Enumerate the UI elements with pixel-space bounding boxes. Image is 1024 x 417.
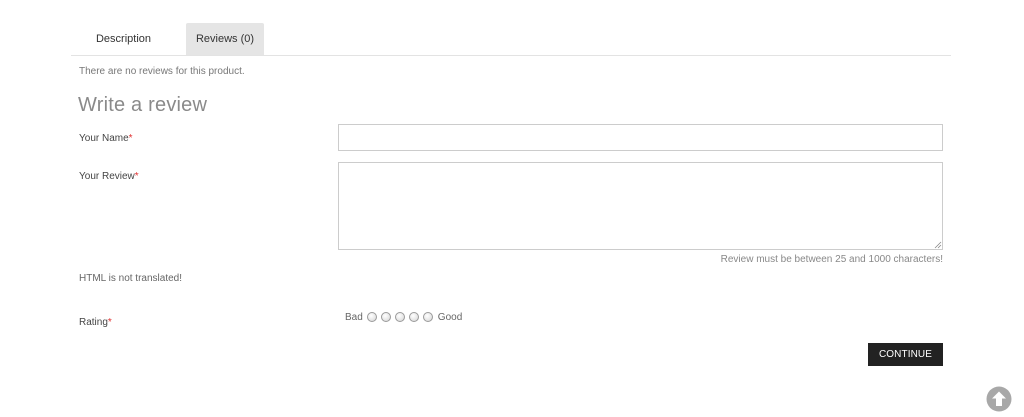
name-input[interactable]: [338, 124, 943, 151]
required-marker: *: [107, 317, 112, 328]
no-reviews-message: There are no reviews for this product.: [79, 66, 245, 77]
product-reviews-page: Description Reviews (0) There are no rev…: [0, 0, 1024, 417]
product-tabs: Description Reviews (0): [71, 22, 951, 56]
review-length-help: Review must be between 25 and 1000 chara…: [720, 254, 943, 265]
your-review-label: Your Review*: [79, 171, 139, 182]
arrow-up-circle-icon[interactable]: [986, 386, 1012, 412]
continue-button[interactable]: CONTINUE: [868, 343, 943, 366]
rating-radio-3[interactable]: [394, 312, 405, 322]
review-textarea[interactable]: [338, 162, 943, 250]
rating-radio-1[interactable]: [366, 312, 377, 322]
rating-label: Rating*: [79, 317, 112, 328]
rating-good-label: Good: [437, 311, 463, 323]
tab-description[interactable]: Description: [71, 23, 176, 55]
rating-radio-4[interactable]: [408, 312, 419, 322]
required-marker: *: [128, 133, 133, 144]
rating-radio-2[interactable]: [380, 312, 391, 322]
rating-options: Bad Good: [345, 310, 462, 324]
rating-radio-5[interactable]: [422, 312, 433, 322]
write-review-title: Write a review: [78, 94, 208, 116]
your-name-label: Your Name*: [79, 133, 133, 144]
resize-grip-icon[interactable]: [934, 241, 942, 249]
required-marker: *: [134, 171, 139, 182]
html-not-translated-note: HTML is not translated!: [79, 273, 183, 284]
rating-label-text: Rating: [79, 317, 108, 328]
rating-bad-label: Bad: [345, 311, 363, 323]
tab-reviews[interactable]: Reviews (0): [186, 23, 264, 55]
your-name-label-text: Your Name: [79, 133, 129, 144]
your-review-label-text: Your Review: [79, 171, 135, 182]
